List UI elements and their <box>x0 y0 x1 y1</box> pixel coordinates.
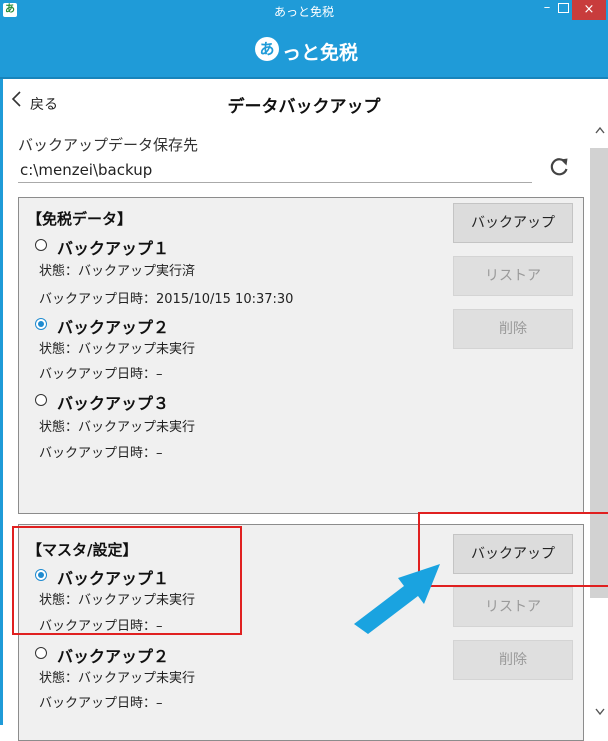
slot-status: 状態：バックアップ未実行 <box>39 593 196 608</box>
panel-heading: 【免税データ】 <box>27 210 133 228</box>
caret-up-icon[interactable] <box>595 124 605 137</box>
storage-label: バックアップデータ保存先 <box>18 136 199 154</box>
slot-date: バックアップ日時：2015/10/15 10:37:30 <box>39 292 294 307</box>
slot-date: バックアップ日時：– <box>39 446 163 461</box>
radio-backup-2[interactable] <box>35 318 47 330</box>
slot-name: バックアップ２ <box>57 647 170 666</box>
window-titlebar: あ あっと免税 – × <box>0 0 608 22</box>
backup-button[interactable]: バックアップ <box>453 203 573 243</box>
left-accent-border <box>0 79 3 725</box>
radio-backup-2[interactable] <box>35 647 47 659</box>
caret-down-icon[interactable] <box>595 706 605 719</box>
slot-date: バックアップ日時：– <box>39 619 163 634</box>
slot-status: 状態：バックアップ実行済 <box>39 264 196 279</box>
slot-status: 状態：バックアップ未実行 <box>39 420 196 435</box>
window-title: あっと免税 <box>273 5 334 19</box>
slot-date: バックアップ日時：– <box>39 367 163 382</box>
slot-name: バックアップ１ <box>57 569 170 588</box>
slot-status: 状態：バックアップ未実行 <box>39 342 196 357</box>
radio-backup-1[interactable] <box>35 239 47 251</box>
slot-name: バックアップ２ <box>57 318 170 337</box>
slot-date: バックアップ日時：– <box>39 696 163 711</box>
page-title: データバックアップ <box>227 97 381 117</box>
slot-status: 状態：バックアップ未実行 <box>39 671 196 686</box>
slot-name: バックアップ１ <box>57 239 170 258</box>
master-settings-panel: 【マスタ/設定】 バックアップ１ 状態：バックアップ未実行 バックアップ日時：–… <box>18 524 584 741</box>
radio-backup-3[interactable] <box>35 394 47 406</box>
delete-button[interactable]: 削除 <box>453 640 573 680</box>
restore-button[interactable]: リストア <box>453 256 573 296</box>
restore-button[interactable]: リストア <box>453 587 573 627</box>
delete-button[interactable]: 削除 <box>453 309 573 349</box>
brand-logo-icon: あ <box>255 37 279 61</box>
backup-path-field[interactable] <box>18 158 532 183</box>
backup-button[interactable]: バックアップ <box>453 534 573 574</box>
tax-data-panel: 【免税データ】 バックアップ１ 状態：バックアップ実行済 バックアップ日時：20… <box>18 197 584 514</box>
radio-backup-1[interactable] <box>35 569 47 581</box>
scrollbar-thumb[interactable] <box>590 148 608 598</box>
brand-name: っと免税 <box>282 42 359 64</box>
minimize-button[interactable]: – <box>536 0 558 20</box>
refresh-icon[interactable] <box>548 156 570 184</box>
close-button[interactable]: × <box>572 0 606 20</box>
panel-heading: 【マスタ/設定】 <box>27 541 138 559</box>
slot-name: バックアップ３ <box>57 394 170 413</box>
maximize-button[interactable] <box>558 3 569 13</box>
